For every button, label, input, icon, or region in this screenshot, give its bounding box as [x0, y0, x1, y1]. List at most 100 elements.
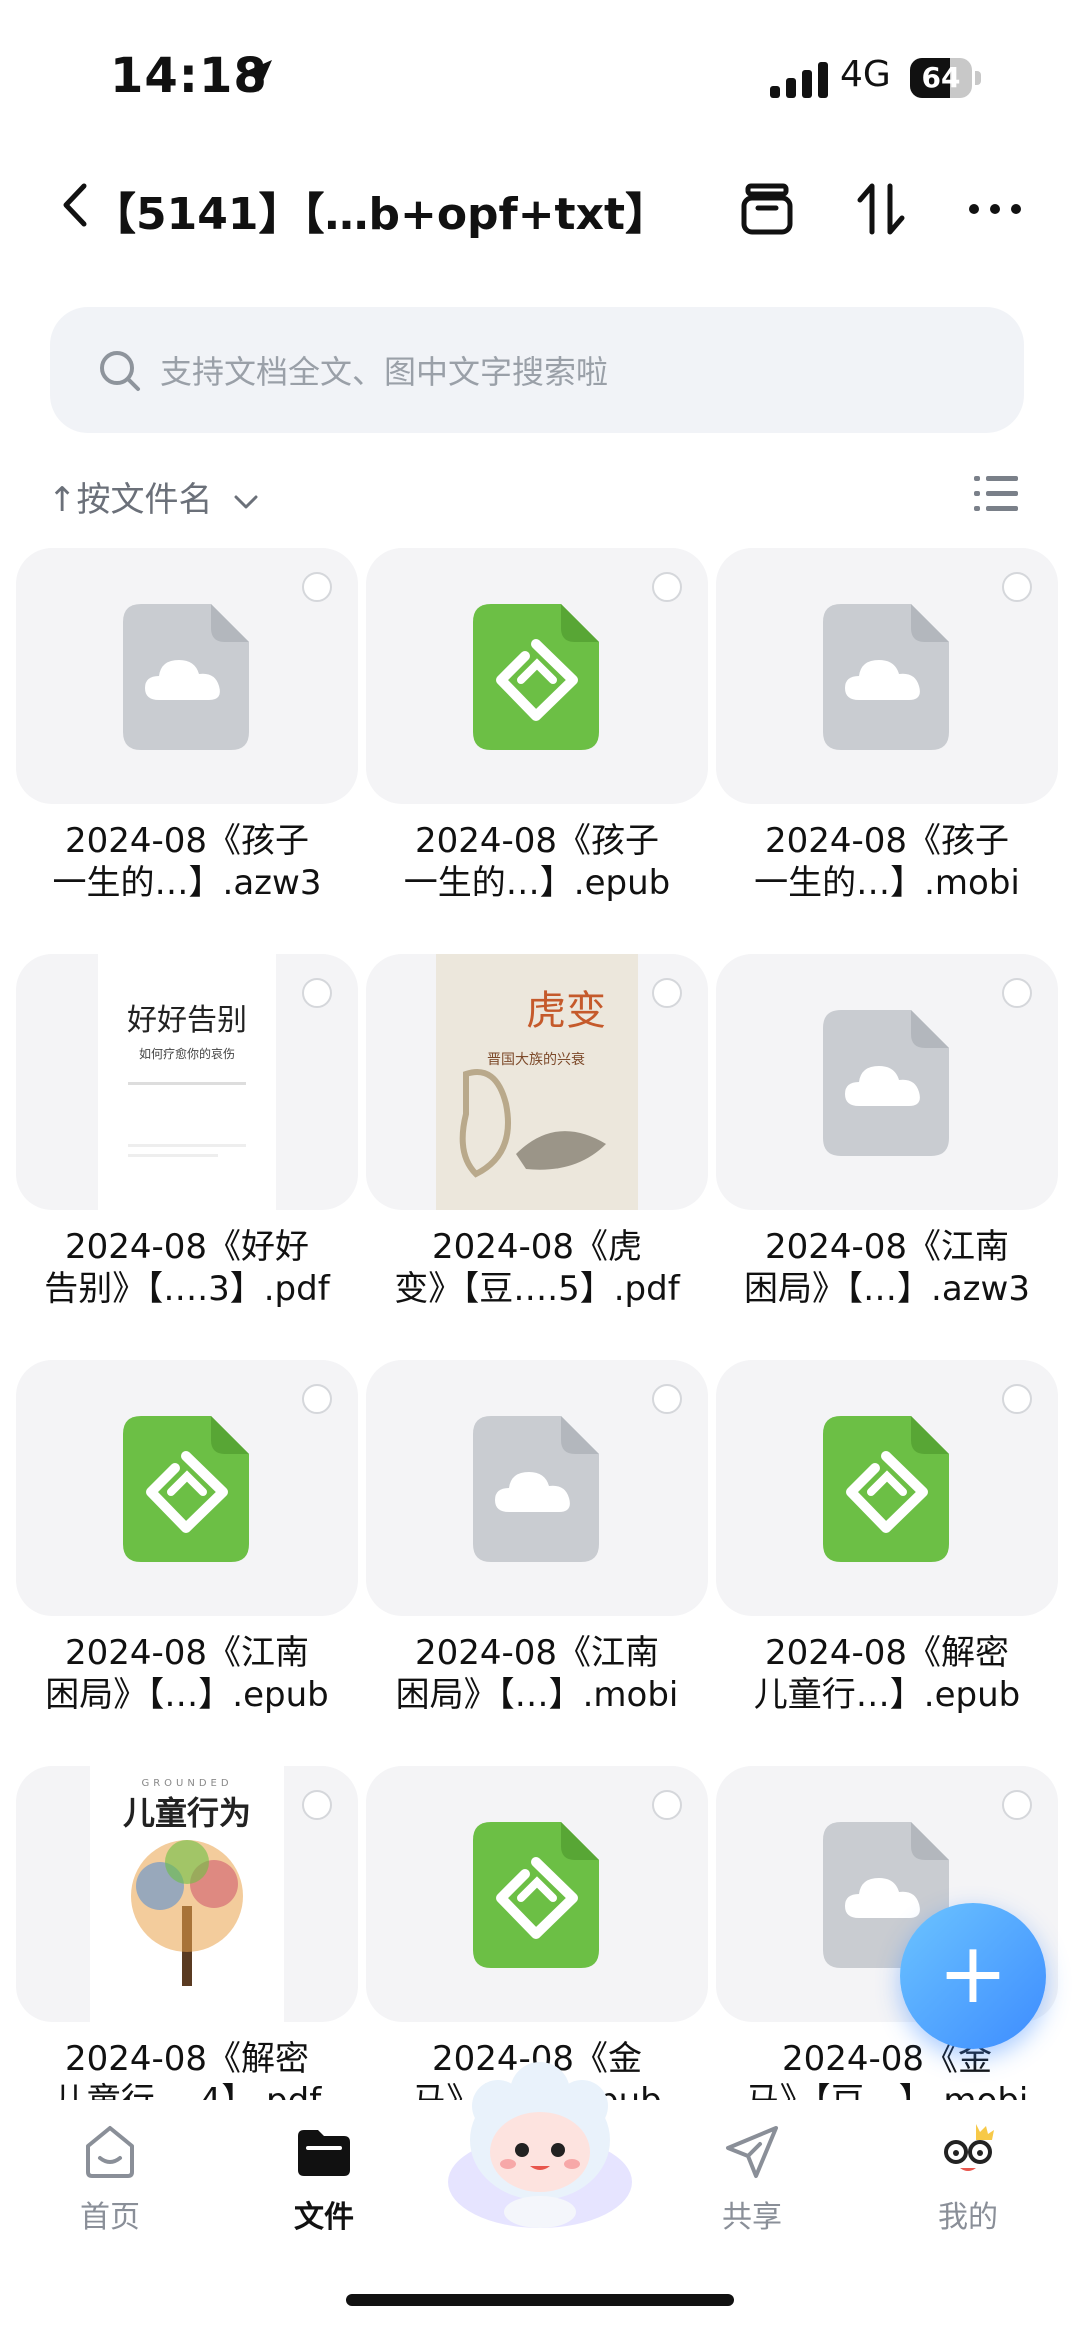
file-name-line2: 一生的…】.azw3: [52, 863, 322, 903]
file-item[interactable]: 2024-08《孩子 一生的…】.mobi: [716, 548, 1058, 918]
select-checkbox[interactable]: [1002, 1790, 1032, 1820]
mascot-assistant-icon[interactable]: [440, 2062, 640, 2232]
select-checkbox[interactable]: [302, 978, 332, 1008]
tab-profile[interactable]: 我的: [898, 2120, 1038, 2260]
file-name: 2024-08《江南 困局》【…】.azw3: [716, 1226, 1058, 1310]
select-checkbox[interactable]: [1002, 572, 1032, 602]
add-button[interactable]: +: [900, 1903, 1046, 2049]
file-thumbnail: 儿童行为 GROUNDED: [16, 1766, 358, 2022]
cover-subtitle: GROUNDED: [141, 1778, 232, 1789]
file-thumbnail: [16, 548, 358, 804]
home-indicator: [346, 2294, 734, 2306]
select-checkbox[interactable]: [652, 978, 682, 1008]
cloud-file-icon: [473, 1416, 599, 1562]
file-name-line2: 困局》【…】.mobi: [395, 1675, 679, 1715]
battery-indicator: 64: [910, 58, 982, 98]
select-checkbox[interactable]: [1002, 1384, 1032, 1414]
network-type: 4G: [840, 54, 891, 95]
select-checkbox[interactable]: [652, 572, 682, 602]
tab-files[interactable]: 文件: [254, 2120, 394, 2260]
archive-box-icon[interactable]: [738, 180, 796, 238]
search-placeholder: 支持文档全文、图中文字搜索啦: [160, 353, 609, 391]
file-name-line2: 困局》【…】.azw3: [744, 1269, 1030, 1309]
back-arrow-icon[interactable]: [60, 182, 90, 228]
cover-subtitle: 如何疗愈你的哀伤: [139, 1046, 235, 1061]
file-item[interactable]: 2024-08《孩子 一生的…】.epub: [366, 548, 708, 918]
cover-title: 好好告别: [127, 1003, 247, 1038]
file-name: 2024-08《孩子 一生的…】.azw3: [16, 820, 358, 904]
file-name-line2: 困局》【…】.epub: [45, 1675, 329, 1715]
home-icon: [86, 2126, 134, 2178]
file-item[interactable]: 2024-08《江南 困局》【…】.azw3: [716, 954, 1058, 1324]
header-bar: 【5141】【…b+opf+txt】: [0, 160, 1080, 260]
select-checkbox[interactable]: [302, 572, 332, 602]
file-thumbnail: [366, 548, 708, 804]
tab-files-label: 文件: [294, 2200, 354, 2235]
epub-icon: [473, 1822, 599, 1968]
file-item[interactable]: 2024-08《江南 困局》【…】.mobi: [366, 1360, 708, 1730]
file-item[interactable]: 儿童行为GROUNDED2024-08《解密儿童行….4】.pdf: [16, 1766, 358, 2136]
file-name-line1: 2024-08《孩子: [64, 821, 310, 861]
battery-percent: 64: [921, 61, 961, 94]
file-thumbnail: [16, 1360, 358, 1616]
cover-title: 虎变: [526, 988, 606, 1034]
search-bar[interactable]: 支持文档全文、图中文字搜索啦: [50, 307, 1024, 433]
select-checkbox[interactable]: [652, 1790, 682, 1820]
file-name-line2: 告别》【….3】.pdf: [44, 1269, 330, 1309]
list-view-icon[interactable]: [972, 472, 1020, 516]
tab-share[interactable]: 共享: [682, 2120, 822, 2260]
location-arrow-icon: [240, 60, 272, 92]
tab-home[interactable]: 首页: [40, 2120, 180, 2260]
chevron-down-icon: [234, 495, 258, 509]
file-item[interactable]: 2024-08《解密 儿童行…】.epub: [716, 1360, 1058, 1730]
select-checkbox[interactable]: [1002, 978, 1032, 1008]
select-checkbox[interactable]: [302, 1790, 332, 1820]
file-name-line2: 一生的…】.mobi: [754, 863, 1020, 903]
file-name: 2024-08《好好 告别》【….3】.pdf: [16, 1226, 358, 1310]
tab-share-label: 共享: [722, 2200, 782, 2235]
file-name-line1: 2024-08《孩子: [764, 821, 1010, 861]
tab-home-label: 首页: [80, 2200, 140, 2235]
cloud-file-icon: [823, 604, 949, 750]
file-thumbnail: [716, 548, 1058, 804]
cover-subtitle: 晋国大族的兴衰: [487, 1051, 585, 1068]
file-name-line2: 一生的…】.epub: [403, 863, 671, 903]
file-item[interactable]: 2024-08《江南 困局》【…】.epub: [16, 1360, 358, 1730]
file-name-line1: 2024-08《江南: [414, 1633, 660, 1673]
file-thumbnail: [716, 1360, 1058, 1616]
folder-icon: [298, 2130, 350, 2176]
file-name-line2: 变》【豆….5】.pdf: [394, 1269, 680, 1309]
file-thumbnail: [366, 1766, 708, 2022]
file-name: 2024-08《孩子 一生的…】.mobi: [716, 820, 1058, 904]
file-name: 2024-08《解密 儿童行…】.epub: [716, 1632, 1058, 1716]
file-name-line2: 儿童行…】.epub: [753, 1675, 1021, 1715]
file-item[interactable]: 好好告别如何疗愈你的哀伤 2024-08《好好 告别》【….3】.pdf: [16, 954, 358, 1324]
search-icon: [100, 351, 140, 391]
file-name-line1: 2024-08《虎: [431, 1227, 643, 1267]
epub-icon: [823, 1416, 949, 1562]
file-item[interactable]: 2024-08《孩子 一生的…】.azw3: [16, 548, 358, 918]
file-name: 2024-08《江南 困局》【…】.epub: [16, 1632, 358, 1716]
select-checkbox[interactable]: [652, 1384, 682, 1414]
file-name-line1: 2024-08《解密: [764, 1633, 1010, 1673]
file-thumbnail: 好好告别如何疗愈你的哀伤: [16, 954, 358, 1210]
sort-label: ↑按文件名: [48, 480, 213, 520]
sort-by-name-button[interactable]: ↑按文件名: [48, 472, 259, 521]
epub-icon: [123, 1416, 249, 1562]
book-cover-image: 好好告别如何疗愈你的哀伤: [98, 954, 276, 1210]
file-thumbnail: 虎变晋国大族的兴衰: [366, 954, 708, 1210]
page-title: 【5141】【…b+opf+txt】: [92, 189, 670, 240]
epub-icon: [473, 604, 599, 750]
cloud-file-icon: [123, 604, 249, 750]
select-checkbox[interactable]: [302, 1384, 332, 1414]
share-icon: [726, 2126, 778, 2178]
file-name: 2024-08《江南 困局》【…】.mobi: [366, 1632, 708, 1716]
file-name-line1: 2024-08《好好: [64, 1227, 310, 1267]
file-item[interactable]: 虎变晋国大族的兴衰 2024-08《虎 变》【豆….5】.pdf: [366, 954, 708, 1324]
sort-arrows-icon[interactable]: [852, 180, 910, 238]
more-icon[interactable]: [966, 180, 1024, 238]
file-name-line1: 2024-08《解密: [64, 2039, 310, 2079]
file-name: 2024-08《虎 变》【豆….5】.pdf: [366, 1226, 708, 1310]
profile-icon: [944, 2124, 994, 2171]
file-name-line1: 2024-08《江南: [764, 1227, 1010, 1267]
